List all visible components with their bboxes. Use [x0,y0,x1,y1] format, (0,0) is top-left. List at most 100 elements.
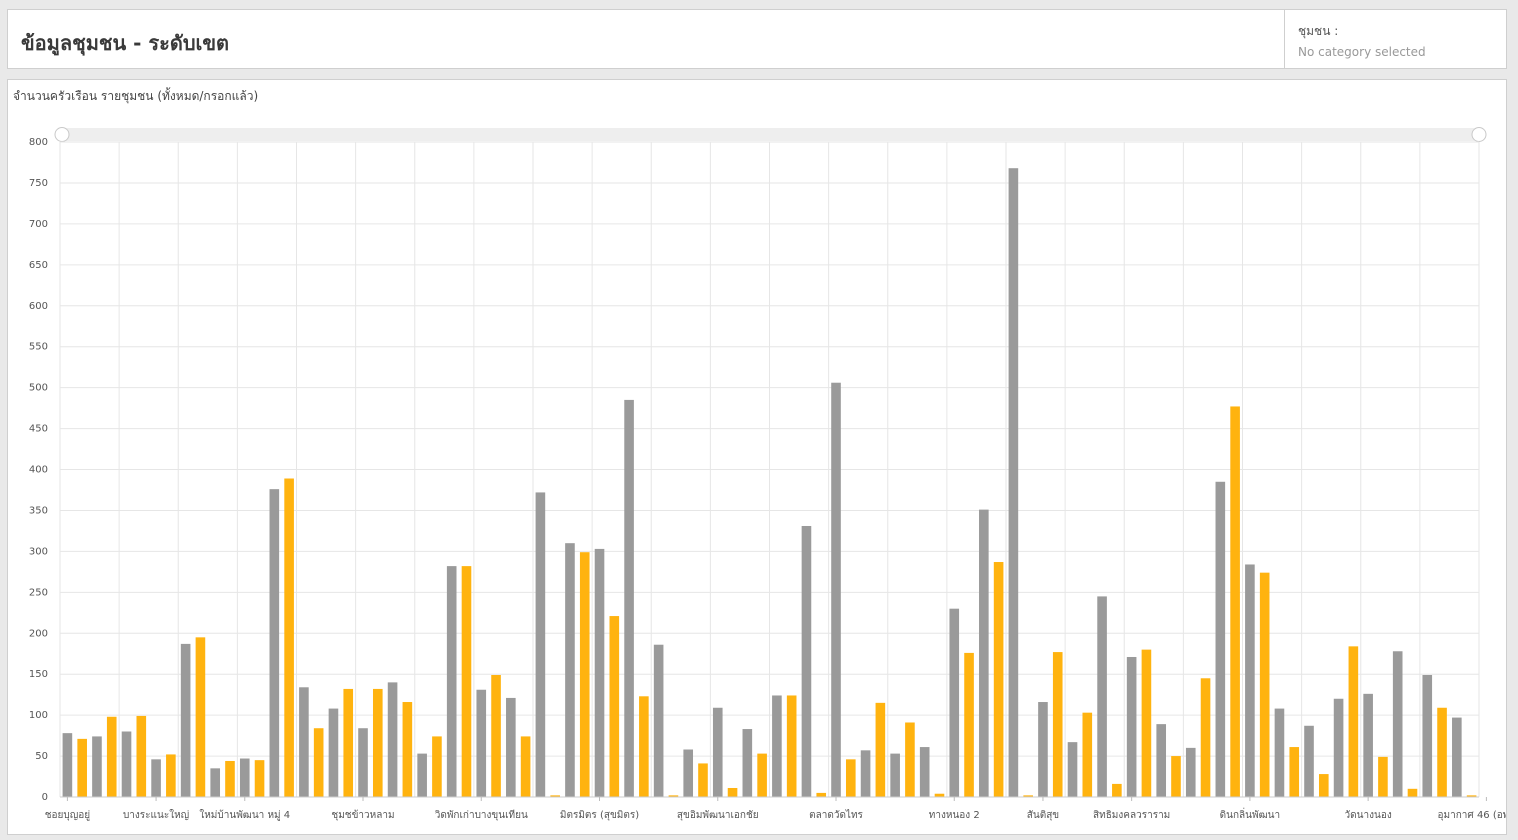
bar-chart: 0 50 100 150 200 250 300 350 400 450 500 550 600 650 7… [29,127,1506,821]
bar-filled [1259,572,1270,797]
bar-total [1304,725,1314,797]
y-tick-label: 150 [29,669,48,680]
y-tick-label: 650 [29,260,48,271]
bar-filled [1378,756,1388,797]
bar-total [1422,675,1433,797]
range-scrollbar [60,128,1479,141]
bar-total [299,687,309,797]
bar-filled [343,688,354,797]
y-tick-label: 550 [29,342,48,353]
bar-filled [816,792,827,797]
bar-total [506,697,516,797]
bar-total [772,695,782,797]
bar-total [1008,168,1019,797]
bar-total [180,643,191,797]
bar-total [92,736,102,797]
bar-filled [1200,678,1211,797]
bar-total [1333,698,1344,797]
bar-total [121,731,132,797]
community-filter-value[interactable]: No category selected [1298,45,1506,59]
bar-total [151,759,161,797]
bar-filled [461,566,472,797]
community-filter-label: ชุมชน : [1298,24,1339,38]
bar-filled [1171,756,1181,797]
bar-total [712,707,723,797]
bar-total [683,749,694,797]
y-tick-label: 600 [29,301,48,312]
bar-total [653,644,664,797]
bar-total [1038,702,1048,797]
y-tick-label: 300 [29,546,48,557]
bar-filled [1112,783,1122,797]
x-tick-label: สิทธิมงคลวราราม [1093,810,1170,821]
bar-total [919,747,930,797]
bar-total [1185,747,1196,797]
community-filter[interactable]: ชุมชน : No category selected [1284,10,1506,68]
bar-filled [875,702,886,797]
bar-filled [698,763,708,797]
bar-filled [1318,774,1329,797]
bar-total [1215,481,1226,797]
bar-total [417,753,427,797]
page-title: ข้อมูลชุมชน - ระดับเขต [21,31,230,55]
bar-filled [786,695,797,797]
bar-filled [520,736,531,797]
y-tick-label: 200 [29,628,48,639]
bar-total [1452,717,1462,797]
bar-total [476,689,487,797]
bar-total [890,753,900,797]
bar-total [1363,693,1373,797]
y-tick-label: 500 [29,383,48,394]
header-panel: ข้อมูลชุมชน - ระดับเขต ชุมชน : No catego… [7,9,1507,69]
bar-filled [106,716,117,797]
bar-total [358,728,368,797]
bar-filled [1348,646,1359,797]
bar-total [565,543,575,797]
x-tick-label: วิดพักเก่าบางขุนเทียน [434,809,528,821]
y-tick-label: 100 [29,710,48,721]
y-tick-label: 350 [29,505,48,516]
bar-filled [845,759,856,797]
bar-total [535,492,546,797]
bar-total [1245,564,1255,797]
bar-total [269,489,280,797]
bar-filled [136,715,147,797]
bar-filled [1289,747,1300,797]
bar-filled [284,478,294,797]
bar-filled [402,702,413,797]
x-tick-label: วัดนางนอง [1345,810,1392,821]
bar-filled [195,637,206,797]
bar-total [1156,724,1167,797]
bar-filled [964,652,974,797]
bar-filled [1437,707,1447,797]
bar-total [210,768,221,797]
bar-filled [432,736,442,797]
bar-filled [313,728,324,797]
x-tick-label: ทางหนอง 2 [929,810,980,821]
x-tick-label: ใหม่บ้านพัฒนา หมู่ 4 [199,809,290,821]
bar-total [624,399,634,797]
bar-total [801,525,812,797]
bar-filled [491,675,501,797]
bar-total [239,758,250,797]
bar-filled [77,738,87,797]
bar-total [328,708,339,797]
bar-filled [1052,652,1063,797]
bar-total [742,729,753,797]
bar-total [860,750,871,797]
y-tick-label: 450 [29,424,48,435]
range-handle-left[interactable] [54,127,70,142]
bar-total [1126,656,1137,797]
y-tick-label: 700 [29,219,48,230]
bar-filled [225,760,235,797]
bar-total [1067,742,1078,797]
y-tick-label: 800 [29,137,48,148]
y-tick-label: 250 [29,587,48,598]
bar-total [1392,651,1403,797]
x-tick-label: อุมากาศ 46 (อพยพ 2) [1438,810,1506,821]
bar-filled [1082,712,1093,797]
range-handle-right[interactable] [1471,127,1487,142]
y-tick-label: 0 [42,792,48,803]
x-tick-label: ตลาดวัดไทร [809,809,863,821]
bar-filled [1407,788,1418,797]
